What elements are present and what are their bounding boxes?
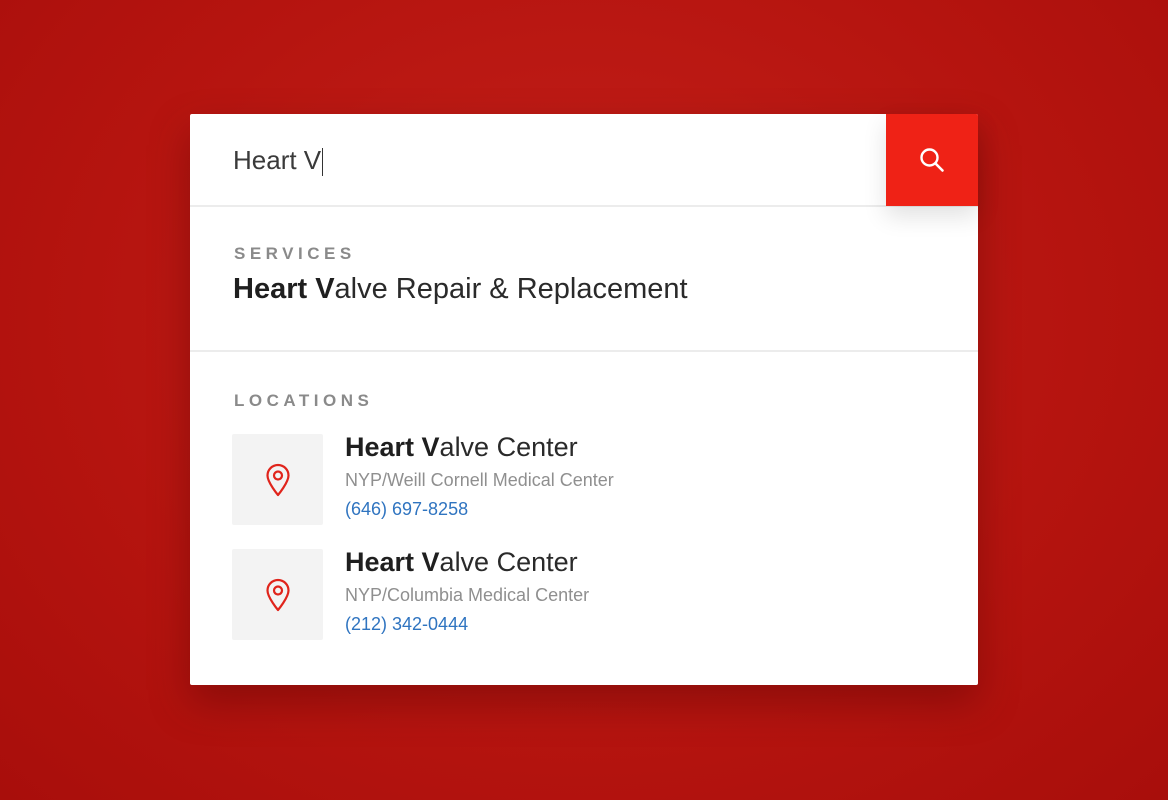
location-phone-link[interactable]: (646) 697-8258: [345, 499, 468, 520]
services-section: SERVICES Heart Valve Repair & Replacemen…: [190, 207, 978, 352]
location-match-text: Heart V: [345, 547, 440, 577]
search-dropdown-panel: Heart V SERVICES Heart Valve Repair & Re…: [190, 114, 978, 685]
location-icon-tile: [232, 434, 323, 525]
location-phone-link[interactable]: (212) 342-0444: [345, 614, 468, 635]
locations-section: LOCATIONS Heart Valve Center NYP/Weill C…: [190, 352, 978, 685]
search-bar: Heart V: [190, 114, 978, 207]
map-pin-icon: [265, 463, 290, 496]
location-result-item[interactable]: Heart Valve Center NYP/Weill Cornell Med…: [232, 432, 932, 526]
search-input-value: Heart V: [233, 145, 322, 175]
location-rest-text: alve Center: [439, 547, 578, 577]
location-title: Heart Valve Center: [345, 547, 578, 578]
service-rest-text: alve Repair & Replacement: [334, 273, 688, 305]
search-input[interactable]: Heart V: [233, 140, 324, 180]
text-caret: [322, 148, 324, 177]
location-icon-tile: [232, 549, 323, 640]
location-match-text: Heart V: [345, 432, 440, 462]
location-title: Heart Valve Center: [345, 432, 578, 463]
location-rest-text: alve Center: [439, 432, 578, 462]
services-heading: SERVICES: [234, 244, 356, 263]
search-button[interactable]: [886, 114, 978, 206]
locations-heading: LOCATIONS: [234, 391, 374, 410]
location-result-item[interactable]: Heart Valve Center NYP/Columbia Medical …: [232, 547, 932, 641]
service-result-item[interactable]: Heart Valve Repair & Replacement: [233, 273, 688, 306]
location-subtitle: NYP/Weill Cornell Medical Center: [345, 470, 614, 490]
location-subtitle: NYP/Columbia Medical Center: [345, 585, 590, 605]
map-pin-icon: [265, 578, 290, 611]
search-icon: [920, 148, 944, 172]
service-match-text: Heart V: [233, 273, 335, 305]
